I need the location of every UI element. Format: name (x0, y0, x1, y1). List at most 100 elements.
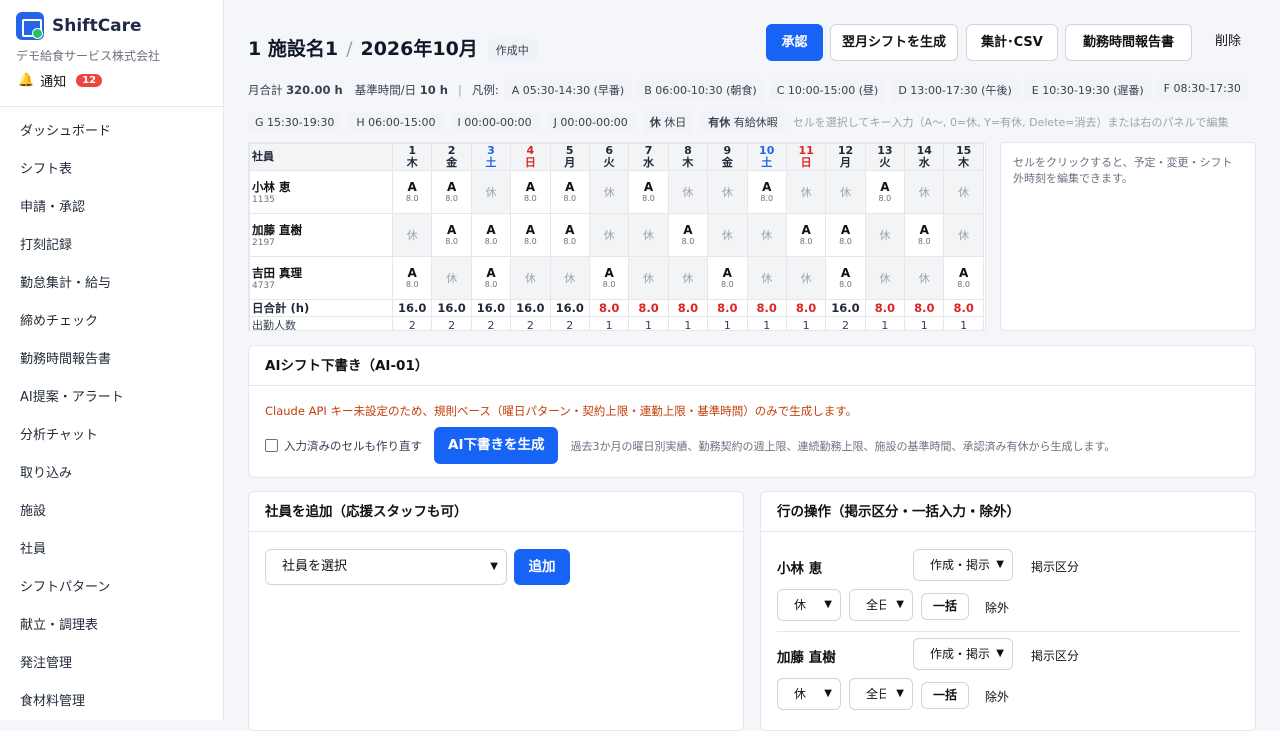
bulk-shift-select[interactable]: 休 ▼ (777, 589, 841, 621)
month-label: 2026年10月 (360, 38, 478, 60)
display-category-select[interactable]: 作成・掲示 ▼ (913, 549, 1013, 581)
sidebar-item[interactable]: 打刻記録 (0, 227, 223, 265)
shift-cell[interactable]: A 8.0 (549, 170, 590, 214)
shift-cell[interactable]: A 8.0 (825, 256, 866, 300)
sidebar-item[interactable]: 社員 (0, 531, 223, 569)
sidebar-item[interactable]: 勤怠集計・給与 (0, 265, 223, 303)
shift-code: 休 (958, 229, 970, 242)
shift-cell[interactable]: 休 (470, 170, 512, 214)
shift-cell[interactable]: 休 (628, 256, 669, 300)
bulk-apply-button[interactable]: 一括 (921, 682, 969, 709)
daily-total-row: 日合計 (h) 16.0 16.0 16.0 16.0 16.0 8.0 8.0 8.0 8.0 8… (249, 299, 984, 317)
shift-cell[interactable]: A 8.0 (549, 213, 590, 257)
sidebar-item[interactable]: シフトパターン (0, 569, 223, 607)
shift-cell[interactable]: 休 (904, 170, 945, 214)
sidebar-item[interactable]: 勤務時間報告書 (0, 341, 223, 379)
bulk-range-select[interactable]: 全日 ▼ (849, 589, 913, 621)
shift-cell[interactable]: 休 (943, 170, 984, 214)
bulk-apply-button[interactable]: 一括 (921, 593, 969, 620)
shift-cell[interactable]: 休 (391, 213, 433, 257)
shift-cell[interactable]: 休 (707, 213, 748, 257)
sidebar-item[interactable]: 献立・調理表 (0, 607, 223, 645)
shift-cell[interactable]: A 8.0 (628, 170, 669, 214)
shift-cell[interactable]: A 8.0 (904, 213, 945, 257)
shift-hours: 8.0 (563, 237, 577, 246)
approve-button[interactable]: 承認 (766, 24, 823, 61)
sidebar-item[interactable]: 取り込み (0, 455, 223, 493)
shift-cell[interactable]: 休 (746, 256, 787, 300)
shift-cell[interactable]: A 8.0 (943, 256, 984, 300)
shift-cell[interactable]: A 8.0 (431, 170, 472, 214)
shift-cell[interactable]: A 8.0 (785, 213, 827, 257)
sidebar-item[interactable]: AI提案・アラート (0, 379, 223, 417)
shift-cell[interactable]: 休 (943, 213, 984, 257)
shift-cell[interactable]: A 8.0 (470, 256, 512, 300)
shift-cell[interactable]: 休 (825, 170, 866, 214)
shift-cell[interactable]: A 8.0 (470, 213, 512, 257)
shift-table: 社員 1 木 2 金 3 土 4 日 5 月 6 火 7 水 8 木 9 金 10 土 11 日 12 月 13 火 14 水 15 木小林… (249, 143, 984, 330)
shift-cell[interactable]: A 8.0 (391, 256, 433, 300)
rebuild-filled-checkbox[interactable] (265, 439, 278, 452)
shift-cell[interactable]: 休 (588, 213, 630, 257)
sidebar-item[interactable]: シフト表 (0, 151, 223, 189)
shift-hours: 8.0 (524, 237, 537, 246)
shift-cell[interactable]: A 8.0 (510, 170, 551, 214)
shift-cell[interactable]: A 8.0 (825, 213, 866, 257)
export-csv-button[interactable]: 集計･CSV (966, 24, 1058, 61)
shift-cell[interactable]: A 8.0 (588, 256, 630, 300)
bulk-shift-select[interactable]: 休 ▼ (777, 678, 841, 710)
shift-cell[interactable]: 休 (628, 213, 669, 257)
sidebar-item[interactable]: ダッシュボード (0, 113, 223, 151)
work-hours-report-button[interactable]: 勤務時間報告書 (1065, 24, 1192, 61)
display-category-value: 作成・掲示 (930, 647, 991, 661)
generate-next-month-button[interactable]: 翌月シフトを生成 (830, 24, 958, 61)
shift-cell[interactable]: 休 (864, 213, 906, 257)
exclude-link[interactable]: 除外 (985, 599, 1009, 616)
shift-cell[interactable]: A 8.0 (707, 256, 748, 300)
shift-cell[interactable]: A 8.0 (667, 213, 709, 257)
bulk-range-select[interactable]: 全日 ▼ (849, 678, 913, 710)
legend-rest-key: 休 (649, 116, 661, 129)
rebuild-filled-label[interactable]: 入力済みのセルも作り直す (284, 438, 422, 454)
weekday: 火 (603, 156, 615, 169)
sidebar-item[interactable]: 食材料管理 (0, 683, 223, 720)
sidebar-item[interactable]: 施設 (0, 493, 223, 531)
shift-cell[interactable]: 休 (549, 256, 590, 300)
attendance-count-cell: 2 (431, 316, 472, 330)
chevron-down-icon: ▼ (996, 559, 1004, 570)
shift-cell[interactable]: 休 (431, 256, 472, 300)
shift-cell[interactable]: 休 (785, 256, 827, 300)
shift-cell[interactable]: 休 (746, 213, 787, 257)
shift-cell[interactable]: 休 (707, 170, 748, 214)
exclude-link[interactable]: 除外 (985, 688, 1009, 705)
sidebar-item[interactable]: 発注管理 (0, 645, 223, 683)
chevron-down-icon: ▼ (896, 688, 904, 699)
day-column-header: 1木 (391, 143, 433, 171)
notifications-link[interactable]: 🔔 通知 12 (18, 71, 103, 90)
shift-cell[interactable]: 休 (667, 256, 709, 300)
shift-cell[interactable]: 休 (588, 170, 630, 214)
display-category-select[interactable]: 作成・掲示 ▼ (913, 638, 1013, 670)
shift-cell[interactable]: A 8.0 (431, 213, 472, 257)
shift-cell[interactable]: A 8.0 (746, 170, 787, 214)
shift-cell[interactable]: A 8.0 (391, 170, 433, 214)
shift-code: 休 (839, 186, 851, 199)
delete-button[interactable]: 削除 (1200, 24, 1256, 61)
employee-select[interactable]: 社員を選択 ▼ (265, 549, 507, 585)
attendance-count-cell: 1 (746, 316, 787, 330)
sidebar-item[interactable]: 申請・承認 (0, 189, 223, 227)
shift-cell[interactable]: A 8.0 (510, 213, 551, 257)
shift-cell[interactable]: 休 (510, 256, 551, 300)
sidebar-item[interactable]: 締めチェック (0, 303, 223, 341)
shift-cell[interactable]: 休 (864, 256, 906, 300)
brand[interactable]: ShiftCare (16, 12, 142, 40)
add-employee-button[interactable]: 追加 (514, 549, 570, 585)
row-operations-card: 行の操作（掲示区分・一括入力・除外） 小林 恵作成・掲示▼掲示区分休▼全日▼一括… (760, 491, 1256, 731)
legend-row-2-patterns: G 15:30-19:30 H 06:00-15:00 I 00:00-00:00 J… (248, 112, 643, 132)
shift-cell[interactable]: A 8.0 (864, 170, 906, 214)
sidebar-item[interactable]: 分析チャット (0, 417, 223, 455)
shift-cell[interactable]: 休 (785, 170, 827, 214)
generate-ai-draft-button[interactable]: AI下書きを生成 (434, 427, 559, 464)
shift-cell[interactable]: 休 (904, 256, 945, 300)
shift-cell[interactable]: 休 (667, 170, 709, 214)
